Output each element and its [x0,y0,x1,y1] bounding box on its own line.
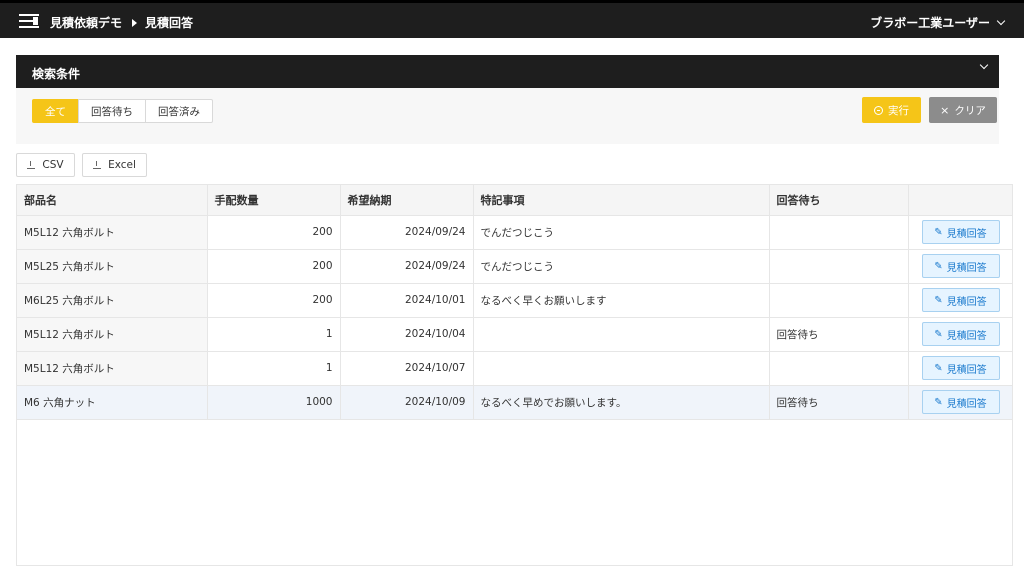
cell-part: M5L25 六角ボルト [17,249,208,284]
download-icon [27,161,36,169]
cell-date: 2024/10/04 [340,317,474,352]
edit-icon: ✎ [934,362,943,374]
search-panel-header[interactable]: 検索条件 [16,55,999,88]
quote-answer-button[interactable]: ✎ 見積回答 [921,254,1000,278]
filter-all[interactable]: 全て [32,99,79,123]
breadcrumb-item-current: 見積回答 [145,16,194,30]
edit-icon: ✎ [934,260,943,272]
cell-qty: 1 [207,317,341,352]
run-button[interactable]: 実行 [862,97,921,123]
status-filter: 全て 回答待ち 回答済み [32,99,213,123]
column-header-date[interactable]: 希望納期 [340,185,474,216]
cell-note: なるべく早めでお願いします。 [473,385,770,420]
cell-note: でんだつじこう [473,249,770,284]
quote-answer-label: 見積回答 [946,296,987,308]
cell-action: ✎ 見積回答 [908,385,1012,420]
cell-note [473,351,770,386]
cell-action: ✎ 見積回答 [908,215,1012,250]
run-icon [874,105,883,115]
edit-icon: ✎ [934,328,943,340]
cell-date: 2024/10/01 [340,283,474,318]
quote-answer-label: 見積回答 [946,330,987,342]
csv-label: CSV [42,159,64,171]
quote-answer-button[interactable]: ✎ 見積回答 [921,288,1000,312]
filter-answered[interactable]: 回答済み [145,99,213,123]
cell-date: 2024/10/07 [340,351,474,386]
chevron-down-icon [979,60,989,70]
cell-status [769,351,909,386]
quote-answer-label: 見積回答 [946,262,987,274]
menu-icon[interactable] [19,13,39,29]
cell-status [769,283,909,318]
chevron-down-icon [996,16,1006,25]
excel-download-button[interactable]: Excel [82,153,147,177]
cell-note: でんだつじこう [473,215,770,250]
search-panel-title: 検索条件 [32,67,81,81]
breadcrumb-item-demo[interactable]: 見積依頼デモ [50,14,122,31]
cell-action: ✎ 見積回答 [908,317,1012,352]
cell-note: なるべく早くお願いします [473,283,770,318]
cell-part: M6L25 六角ボルト [17,283,208,318]
clear-button[interactable]: × クリア [929,97,997,123]
cell-action: ✎ 見積回答 [908,283,1012,318]
edit-icon: ✎ [934,294,943,306]
cell-qty: 200 [207,249,341,284]
cell-part: M6 六角ナット [17,385,208,420]
table-header-row: 部品名 手配数量 希望納期 特記事項 回答待ち [17,185,1012,216]
quote-answer-label: 見積回答 [946,364,987,376]
run-label: 実行 [888,104,909,117]
close-icon: × [940,103,950,117]
quote-answer-button[interactable]: ✎ 見積回答 [921,356,1000,380]
cell-qty: 1000 [207,385,341,420]
cell-qty: 200 [207,283,341,318]
breadcrumb: 見積依頼デモ 見積回答 [50,14,193,31]
cell-qty: 1 [207,351,341,386]
cell-qty: 200 [207,215,341,250]
table-row: M6L25 六角ボルト 200 2024/10/01 なるべく早くお願いします … [17,283,1012,318]
top-bar: 見積依頼デモ 見積回答 ブラボー工業ユーザー [0,0,1024,38]
column-header-status[interactable]: 回答待ち [769,185,909,216]
cell-date: 2024/09/24 [340,249,474,284]
quote-answer-label: 見積回答 [946,228,987,240]
cell-date: 2024/09/24 [340,215,474,250]
quote-answer-button[interactable]: ✎ 見積回答 [921,322,1000,346]
cell-note [473,317,770,352]
csv-download-button[interactable]: CSV [16,153,75,177]
edit-icon: ✎ [934,226,943,238]
table-row: M5L12 六角ボルト 1 2024/10/04 回答待ち ✎ 見積回答 [17,317,1012,352]
column-header-part[interactable]: 部品名 [17,185,208,216]
quote-answer-label: 見積回答 [946,398,987,410]
cell-part: M5L12 六角ボルト [17,351,208,386]
table-row: M5L12 六角ボルト 1 2024/10/07 ✎ 見積回答 [17,351,1012,386]
table-row: M5L25 六角ボルト 200 2024/09/24 でんだつじこう ✎ 見積回答 [17,249,1012,284]
quote-table: 部品名 手配数量 希望納期 特記事項 回答待ち M5L12 六角ボルト 200 … [16,184,1013,566]
user-menu[interactable]: ブラボー工業ユーザー [870,14,1006,31]
quote-answer-button[interactable]: ✎ 見積回答 [921,220,1000,244]
cell-date: 2024/10/09 [340,385,474,420]
column-header-action [908,185,1012,216]
cell-action: ✎ 見積回答 [908,249,1012,284]
excel-label: Excel [108,159,136,171]
clear-label: クリア [954,104,986,117]
user-name: ブラボー工業ユーザー [870,16,990,30]
cell-part: M5L12 六角ボルト [17,215,208,250]
cell-status: 回答待ち [769,385,909,420]
cell-status [769,249,909,284]
quote-answer-button[interactable]: ✎ 見積回答 [921,390,1000,414]
search-panel-body: 全て 回答待ち 回答済み 実行 × クリア [16,88,999,144]
download-icon [93,161,102,169]
breadcrumb-arrow-icon [132,18,138,27]
column-header-qty[interactable]: 手配数量 [207,185,341,216]
column-header-note[interactable]: 特記事項 [473,185,770,216]
filter-pending[interactable]: 回答待ち [78,99,146,123]
edit-icon: ✎ [934,396,943,408]
cell-part: M5L12 六角ボルト [17,317,208,352]
cell-status: 回答待ち [769,317,909,352]
table-row: M6 六角ナット 1000 2024/10/09 なるべく早めでお願いします。 … [17,385,1012,420]
cell-status [769,215,909,250]
table-row: M5L12 六角ボルト 200 2024/09/24 でんだつじこう ✎ 見積回答 [17,215,1012,250]
cell-action: ✎ 見積回答 [908,351,1012,386]
